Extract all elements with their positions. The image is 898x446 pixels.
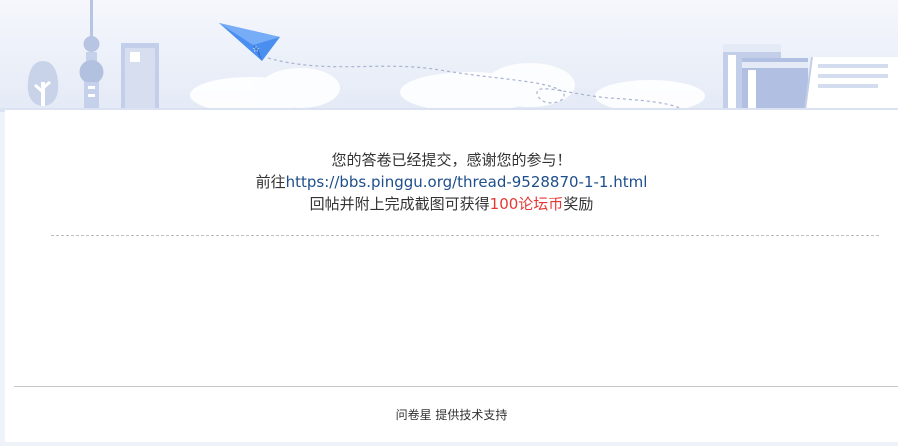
reward-line: 回帖并附上完成截图可获得100论坛币奖励 <box>5 193 898 215</box>
header-banner: ☆ <box>0 0 898 112</box>
instruction-prefix: 前往 <box>255 173 286 191</box>
footer-divider <box>14 386 898 387</box>
support-text: 提供技术支持 <box>435 408 508 422</box>
svg-text:☆: ☆ <box>252 45 260 55</box>
tree-icon <box>27 61 59 106</box>
reward-amount: 100论坛币 <box>489 195 564 213</box>
instruction-line: 前往https://bbs.pinggu.org/thread-9528870-… <box>5 171 898 193</box>
reward-prefix: 回帖并附上完成截图可获得 <box>309 195 490 213</box>
brand-link[interactable]: 问卷星 <box>396 408 432 422</box>
thank-you-text: 您的答卷已经提交，感谢您的参与！ <box>331 151 572 169</box>
thread-link[interactable]: https://bbs.pinggu.org/thread-9528870-1-… <box>286 173 648 191</box>
skyscraper-icon <box>121 43 159 110</box>
reward-suffix: 奖励 <box>563 195 594 213</box>
dashed-divider <box>51 235 879 236</box>
submission-message: 您的答卷已经提交，感谢您的参与！ 前往https://bbs.pinggu.or… <box>5 149 898 215</box>
result-card: 您的答卷已经提交，感谢您的参与！ 前往https://bbs.pinggu.or… <box>5 110 898 442</box>
footer: 问卷星 提供技术支持 <box>5 406 898 424</box>
open-book-icon <box>804 56 898 111</box>
